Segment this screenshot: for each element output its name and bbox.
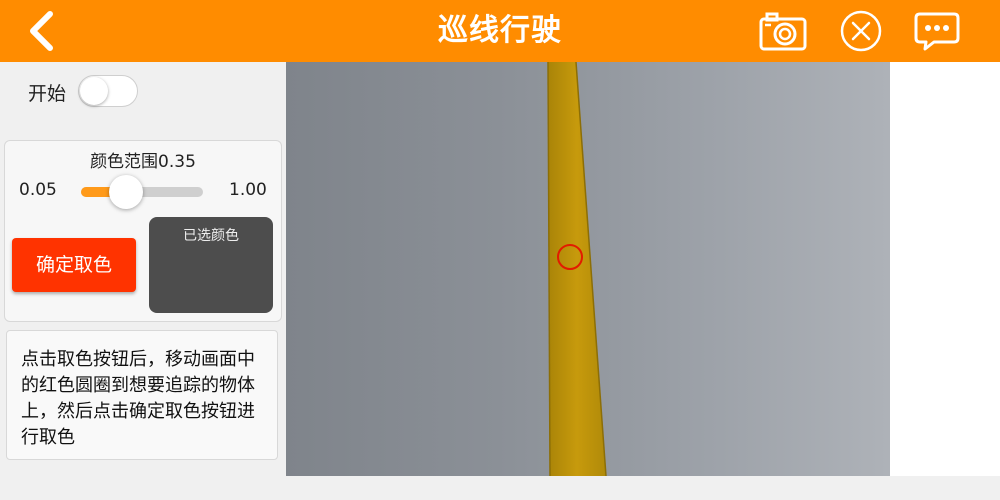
target-ring[interactable] xyxy=(557,244,583,270)
camera-preview[interactable] xyxy=(286,62,890,476)
toggle-knob xyxy=(80,77,108,105)
selected-color-swatch: 已选颜色 xyxy=(149,217,273,313)
chevron-left-icon xyxy=(30,11,53,51)
close-button[interactable] xyxy=(836,8,886,54)
close-circle-icon xyxy=(840,10,882,52)
camera-icon xyxy=(759,12,807,51)
start-toggle[interactable] xyxy=(78,75,138,107)
selected-color-label: 已选颜色 xyxy=(183,228,239,244)
color-range-panel: 颜色范围0.35 0.05 1.00 确定取色 已选颜色 xyxy=(4,140,282,322)
camera-button[interactable] xyxy=(758,8,808,54)
color-range-slider[interactable] xyxy=(81,175,205,209)
hint-panel: 点击取色按钮后，移动画面中的红色圆圈到想要追踪的物体上，然后点击确定取色按钮进行… xyxy=(6,330,278,460)
slider-thumb[interactable] xyxy=(109,175,143,209)
yellow-tape-line xyxy=(547,62,607,476)
chat-button[interactable] xyxy=(912,8,962,54)
top-bar: 巡线行驶 xyxy=(0,0,1000,62)
color-range-title: 颜色范围0.35 xyxy=(90,152,196,172)
start-label: 开始 xyxy=(28,83,67,105)
bottom-strip xyxy=(0,476,1000,500)
app-root: 巡线行驶 开始 颜色范围0.35 0.05 1.00 确定取色 已选颜色 点击取… xyxy=(0,0,1000,500)
range-min-label: 0.05 xyxy=(19,180,57,200)
chat-bubble-icon xyxy=(914,12,960,51)
hint-text: 点击取色按钮后，移动画面中的红色圆圈到想要追踪的物体上，然后点击确定取色按钮进行… xyxy=(21,349,255,448)
confirm-color-button[interactable]: 确定取色 xyxy=(12,238,136,292)
range-max-label: 1.00 xyxy=(229,180,267,200)
start-row: 开始 xyxy=(0,62,284,122)
side-blank-area xyxy=(890,62,1000,476)
back-button[interactable] xyxy=(20,8,66,54)
